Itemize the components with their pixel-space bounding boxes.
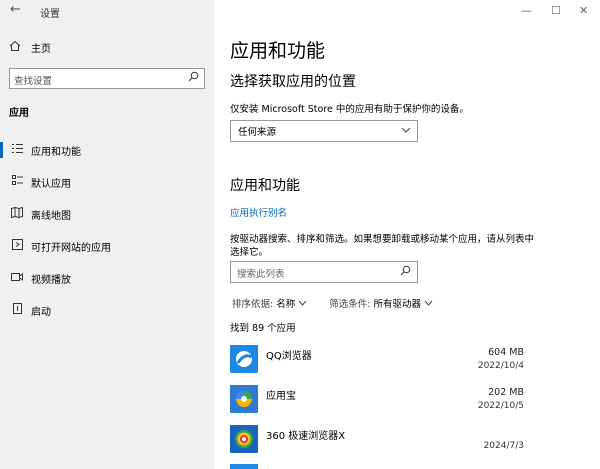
apps-for-websites-icon (10, 239, 24, 253)
section-label-apps: 应用 (9, 108, 29, 119)
app-list-search-box[interactable] (230, 261, 418, 285)
360-browser-icon (230, 425, 258, 453)
chevron-down-icon (401, 125, 411, 138)
active-indicator (0, 142, 3, 158)
filter-dropdown[interactable]: 筛选条件: 所有驱动器 (329, 296, 433, 310)
sidebar-item-label: 可打开网站的应用 (31, 242, 111, 254)
sidebar-item-default-apps[interactable]: 默认应用 (0, 169, 214, 195)
app-count: 找到 89 个应用 (230, 323, 296, 334)
chevron-down-icon (298, 299, 307, 310)
home-label: 主页 (31, 44, 51, 55)
app-list-search-input[interactable] (231, 264, 391, 285)
dropdown-value: 任何来源 (238, 127, 277, 138)
indicator (0, 238, 3, 254)
settings-search-input[interactable] (10, 72, 180, 91)
indicator (0, 174, 3, 190)
sort-label: 排序依据: (232, 299, 274, 310)
search-icon[interactable] (188, 71, 199, 85)
install-source-heading: 选择获取应用的位置 (230, 74, 356, 90)
yingyongbao-icon (230, 385, 258, 413)
sort-filter-bar: 排序依据: 名称 筛选条件: 所有驱动器 (232, 296, 433, 310)
sidebar-item-label: 离线地图 (31, 210, 71, 222)
apps-features-icon (10, 143, 24, 157)
page-title: 应用和功能 (230, 40, 326, 62)
app-name: 应用宝 (266, 391, 296, 402)
home-icon (9, 40, 23, 55)
sidebar-item-label: 应用和功能 (31, 146, 81, 158)
app-date: 2022/10/5 (477, 401, 524, 411)
chevron-down-icon (424, 299, 433, 310)
sidebar-item-startup[interactable]: 启动 (0, 297, 214, 323)
titlebar-left: ← 设置 (0, 0, 214, 24)
window-title: 设置 (40, 9, 60, 20)
app-size: 604 MB (488, 347, 524, 358)
indicator (0, 270, 3, 286)
sidebar-item-label: 启动 (31, 306, 51, 318)
sidebar-item-video-playback[interactable]: 视频播放 (0, 265, 214, 291)
maximize-button[interactable]: ☐ (551, 4, 561, 17)
filter-value: 所有驱动器 (373, 299, 422, 310)
sort-value: 名称 (276, 299, 296, 310)
sidebar: ← 设置 主页 应用 应用和功能 默认应用 离线地图 (0, 0, 214, 469)
video-playback-icon (10, 272, 24, 285)
install-source-text: 仅安装 Microsoft Store 中的应用有助于保护你的设备。 (230, 104, 469, 115)
sidebar-item-label: 默认应用 (31, 178, 71, 190)
next-app-icon-partial (230, 464, 258, 469)
back-arrow-icon[interactable]: ← (10, 2, 21, 17)
sidebar-item-offline-maps[interactable]: 离线地图 (0, 201, 214, 227)
minimize-button[interactable]: — (521, 4, 532, 17)
install-source-dropdown[interactable]: 任何来源 (230, 120, 418, 142)
app-list-item[interactable]: 360 极速浏览器X 2024/7/3 (230, 425, 530, 461)
app-name: QQ浏览器 (266, 351, 312, 362)
settings-search-box[interactable] (9, 68, 205, 91)
app-date: 2024/7/3 (483, 441, 524, 451)
indicator (0, 206, 3, 222)
app-date: 2022/10/4 (477, 361, 524, 371)
default-apps-icon (10, 175, 24, 189)
app-list-item[interactable]: 应用宝 202 MB 2022/10/5 (230, 385, 530, 421)
app-size: 202 MB (488, 387, 524, 398)
app-list-item[interactable]: QQ浏览器 604 MB 2022/10/4 (230, 345, 530, 381)
apps-description: 按驱动器搜索、排序和筛选。如果想要卸载或移动某个应用，请从列表中选择它。 (230, 234, 535, 258)
qq-browser-icon (230, 345, 258, 373)
indicator (0, 302, 3, 318)
app-execution-alias-link[interactable]: 应用执行别名 (230, 205, 287, 219)
app-name: 360 极速浏览器X (266, 431, 346, 442)
apps-features-heading: 应用和功能 (230, 178, 300, 194)
close-button[interactable]: ✕ (579, 4, 588, 17)
sidebar-item-apps-for-websites[interactable]: 可打开网站的应用 (0, 233, 214, 259)
search-icon[interactable] (400, 265, 411, 279)
sidebar-item-apps-features[interactable]: 应用和功能 (0, 137, 214, 163)
filter-label: 筛选条件: (329, 299, 371, 310)
offline-maps-icon (10, 206, 24, 221)
sort-dropdown[interactable]: 排序依据: 名称 (232, 296, 307, 310)
sidebar-item-label: 视频播放 (31, 274, 71, 286)
startup-icon (10, 303, 24, 317)
home-link[interactable]: 主页 (9, 40, 51, 55)
